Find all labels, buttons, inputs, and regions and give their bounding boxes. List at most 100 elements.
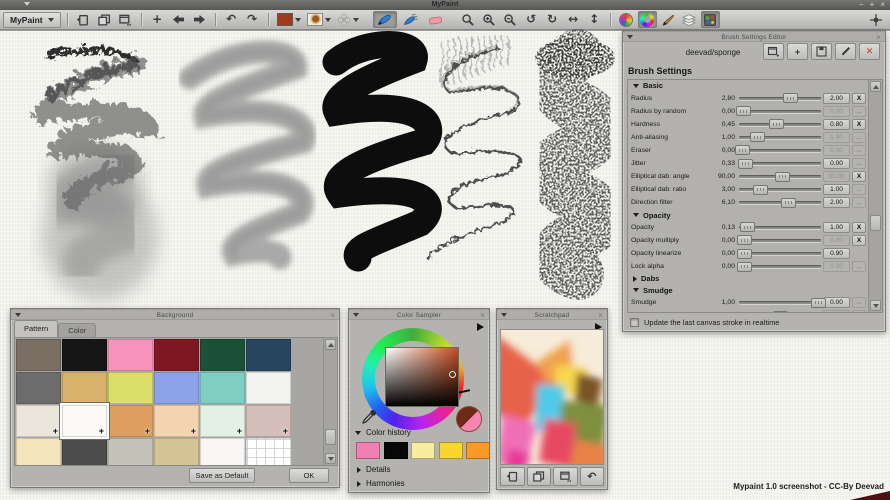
scroll-down-button[interactable] — [325, 453, 336, 464]
slider-thumb[interactable] — [753, 185, 768, 195]
flip-vertical-button[interactable]: ↕ — [585, 11, 604, 28]
color-dropdown[interactable] — [277, 13, 301, 26]
pick-tool-button[interactable] — [459, 11, 478, 28]
background-swatch[interactable]: + — [16, 405, 61, 437]
slider-thumb[interactable] — [738, 159, 753, 169]
add-brush-button[interactable]: + — [787, 43, 808, 60]
close-icon[interactable]: × — [330, 310, 335, 321]
redo-button[interactable]: ↷ — [243, 11, 262, 28]
dialog-titlebar[interactable]: Color Sampler × — [349, 309, 489, 320]
slider-track[interactable] — [739, 110, 821, 113]
base-value-button[interactable]: 0.80 — [823, 119, 850, 130]
base-value-button[interactable]: 0.50 — [823, 310, 850, 313]
slider-track[interactable] — [739, 97, 821, 100]
close-icon[interactable]: × — [480, 310, 485, 321]
rotate-right-button[interactable]: ↻ — [543, 11, 562, 28]
dialog-menu-icon[interactable] — [627, 35, 633, 39]
zoom-in-button[interactable] — [480, 11, 499, 28]
background-swatch[interactable] — [200, 372, 245, 404]
color-wheel-button[interactable] — [617, 11, 636, 28]
close-icon[interactable]: × — [876, 32, 881, 43]
section-header-basic[interactable]: Basic — [628, 80, 868, 92]
eraser-mode-button[interactable] — [425, 11, 447, 28]
realtime-checkbox[interactable] — [630, 318, 639, 327]
slider-track[interactable] — [739, 201, 821, 204]
more-button[interactable]: ... — [852, 106, 866, 117]
background-swatch[interactable] — [108, 438, 153, 466]
more-button[interactable]: ... — [852, 132, 866, 143]
slider-track[interactable] — [739, 123, 821, 126]
background-swatch[interactable] — [246, 372, 291, 404]
section-header-dabs[interactable]: Dabs — [628, 273, 868, 285]
next-button[interactable] — [190, 11, 209, 28]
more-button[interactable]: ... — [852, 297, 866, 308]
section-header-smudge[interactable]: Smudge — [628, 285, 868, 297]
slider-track[interactable] — [739, 149, 821, 152]
scrollbar-thumb[interactable] — [870, 215, 881, 231]
close-icon[interactable]: × — [598, 310, 603, 321]
base-value-button[interactable]: 0.00 — [823, 145, 850, 156]
color-swatch[interactable] — [277, 13, 293, 26]
background-swatch[interactable] — [108, 372, 153, 404]
background-swatch[interactable] — [200, 438, 245, 466]
color-history-expander[interactable]: Color history — [355, 428, 411, 437]
slider-thumb[interactable] — [773, 311, 788, 313]
background-swatch[interactable] — [16, 339, 61, 371]
undo-button[interactable]: ↶ — [222, 11, 241, 28]
scratchpad-options-button[interactable] — [553, 467, 578, 486]
slider-thumb[interactable] — [775, 172, 790, 182]
panel-expand-arrow-icon[interactable] — [477, 323, 484, 331]
background-swatch[interactable] — [154, 339, 199, 371]
zoom-out-button[interactable] — [501, 11, 520, 28]
harmonies-expander[interactable]: Harmonies — [357, 479, 405, 488]
background-swatch[interactable] — [108, 339, 153, 371]
close-button[interactable]: × — [880, 0, 885, 10]
slider-track[interactable] — [739, 252, 821, 255]
dialog-titlebar[interactable]: Brush Settings Editor × — [623, 31, 885, 42]
scrollbar[interactable] — [323, 338, 337, 465]
slider-track[interactable] — [739, 301, 821, 304]
reset-button[interactable]: X — [852, 235, 866, 246]
ok-button[interactable]: OK — [289, 468, 329, 483]
minimize-button[interactable]: − — [859, 0, 864, 10]
base-value-button[interactable]: 1.00 — [823, 132, 850, 143]
background-swatch[interactable] — [16, 372, 61, 404]
base-value-button[interactable]: 2.00 — [823, 197, 850, 208]
background-swatch[interactable]: + — [154, 405, 199, 437]
dialog-titlebar[interactable]: Background × — [11, 309, 339, 320]
background-swatch[interactable] — [154, 438, 199, 466]
scroll-down-button[interactable] — [870, 300, 881, 311]
new-canvas-button[interactable] — [74, 11, 93, 28]
reset-button[interactable]: X — [852, 119, 866, 130]
base-value-button[interactable]: 90.00 — [823, 171, 850, 182]
background-swatch[interactable] — [62, 438, 107, 466]
eyedropper-icon[interactable] — [361, 408, 378, 425]
tab-color[interactable]: Color — [58, 323, 96, 337]
flip-horizontal-button[interactable]: ↔ — [564, 11, 583, 28]
background-swatch[interactable]: + — [108, 405, 153, 437]
slider-track[interactable] — [739, 136, 821, 139]
background-swatch[interactable]: + — [200, 405, 245, 437]
more-button[interactable]: ... — [852, 158, 866, 169]
scrollbar-thumb[interactable] — [325, 429, 336, 445]
color-ring-button[interactable] — [638, 11, 657, 28]
slider-track[interactable] — [739, 162, 821, 165]
more-button[interactable]: ... — [852, 310, 866, 313]
history-color-swatch[interactable] — [439, 442, 463, 459]
scroll-tool-button[interactable] — [866, 11, 885, 28]
history-color-swatch[interactable] — [411, 442, 435, 459]
rotate-left-button[interactable]: ↺ — [522, 11, 541, 28]
background-swatch[interactable] — [62, 339, 107, 371]
slider-thumb[interactable] — [783, 93, 798, 103]
slider-thumb[interactable] — [740, 222, 755, 232]
slider-track[interactable] — [739, 265, 821, 268]
save-brush-button[interactable] — [811, 43, 832, 60]
blend-mode-dropdown[interactable] — [337, 13, 359, 27]
base-value-button[interactable]: 2.00 — [823, 93, 850, 104]
scroll-up-button[interactable] — [870, 81, 881, 92]
reset-button[interactable]: X — [852, 222, 866, 233]
dialog-titlebar[interactable]: Scratchpad × — [497, 309, 607, 320]
base-value-button[interactable]: 1.00 — [823, 222, 850, 233]
scratchpad-copy-button[interactable] — [527, 467, 552, 486]
saturation-value-square[interactable] — [385, 347, 459, 407]
